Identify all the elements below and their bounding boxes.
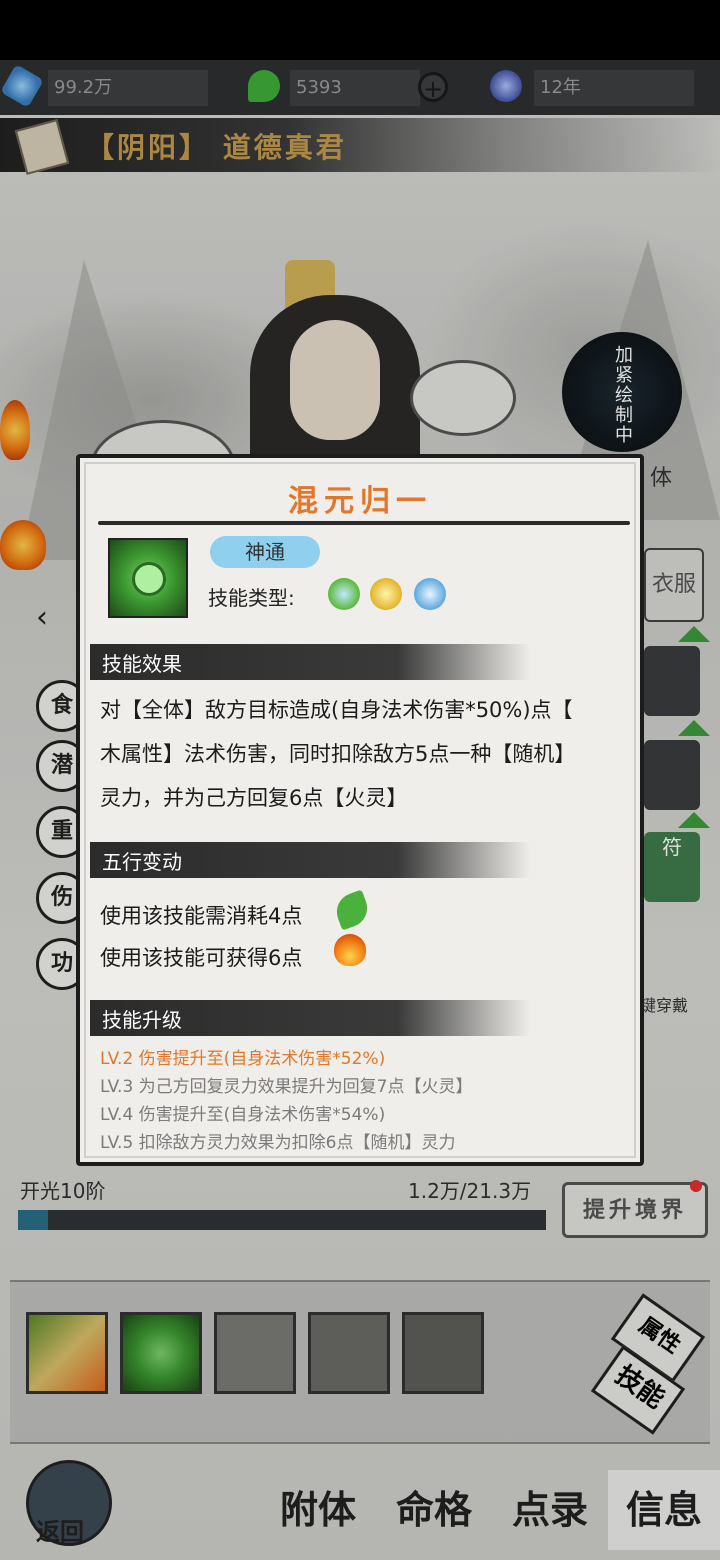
effect-line: 木属性】法术伤害，同时扣除敌方5点一种【随机】 [100,742,576,766]
title-divider [98,521,630,525]
skill-detail-dialog: 混元归一 神通 技能类型: 技能效果 对【全体】敌方目标造成(自身法术伤害*50… [76,454,644,1166]
status-bar [0,0,720,60]
section-header-effect: 技能效果 [90,644,530,680]
upgrade-level-3: LV.3 为己方回复灵力效果提升为回复7点【火灵】 [100,1077,473,1097]
section-header-wuxing: 五行变动 [90,842,530,878]
section-header-upgrade: 技能升级 [90,1000,530,1036]
wuxing-cost: 使用该技能需消耗4点 [100,904,303,928]
wing-icon [370,578,402,610]
skill-name: 混元归一 [288,484,432,519]
assist-icon [414,578,446,610]
character-screen: 99.2万 5393 + 12年 【阴阳】 道德真君 加紧绘制中 体 衣服 符 … [0,60,720,1560]
wuxing-gain: 使用该技能可获得6点 [100,946,303,970]
section-title: 技能升级 [102,1008,182,1032]
section-title: 五行变动 [102,850,182,874]
skill-icon [108,538,188,618]
skill-type-label: 技能类型: [208,586,295,610]
skill-category-tag: 神通 [210,536,320,568]
skill-effect-text: 对【全体】敌方目标造成(自身法术伤害*50%)点【 木属性】法术伤害，同时扣除敌… [100,688,620,820]
upgrade-level-5: LV.5 扣除敌方灵力效果为扣除6点【随机】灵力 [100,1133,456,1153]
effect-line: 对【全体】敌方目标造成(自身法术伤害*50%)点【 [100,698,573,722]
upgrade-level-4: LV.4 伤害提升至(自身法术伤害*54%) [100,1105,386,1125]
effect-line: 灵力，并为己方回复6点【火灵】 [100,786,408,810]
section-title: 技能效果 [102,652,182,676]
skill-emblem-icon [132,562,166,596]
fire-flame-icon [334,934,366,966]
support-icon [328,578,360,610]
upgrade-level-2: LV.2 伤害提升至(自身法术伤害*52%) [100,1049,386,1069]
